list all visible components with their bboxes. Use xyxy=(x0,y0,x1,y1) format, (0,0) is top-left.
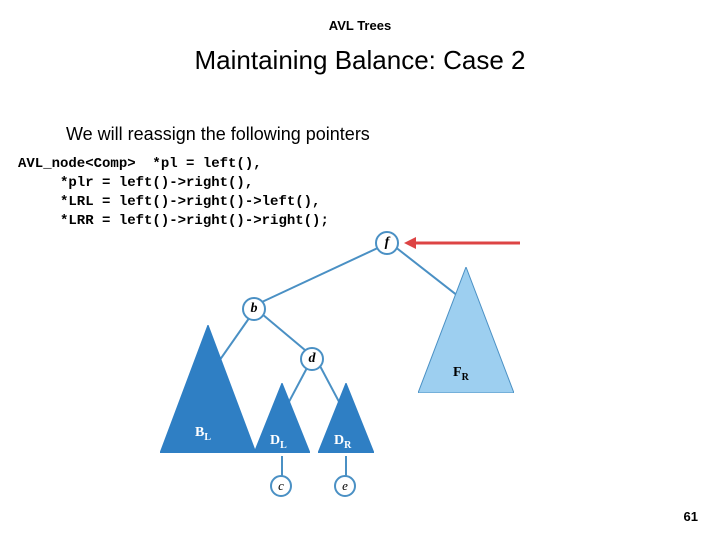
code-line-3: *LRL = left()->right()->left(), xyxy=(18,194,320,210)
subtree-fr-label: FR xyxy=(453,365,469,383)
node-d: d xyxy=(300,347,324,371)
code-block: AVL_node<Comp> *pl = left(), *plr = left… xyxy=(18,155,720,231)
subtree-dr-label: DR xyxy=(334,433,351,451)
intro-text: We will reassign the following pointers xyxy=(66,124,720,145)
node-f-label: f xyxy=(385,235,390,251)
node-c: c xyxy=(270,475,292,497)
node-f: f xyxy=(375,231,399,255)
tree-diagram: f b FR BL d DL DR c e xyxy=(120,225,640,515)
subtree-dl-label: DL xyxy=(270,433,287,451)
subtree-bl-label: BL xyxy=(195,425,211,443)
node-e: e xyxy=(334,475,356,497)
code-line-2: *plr = left()->right(), xyxy=(18,175,253,191)
slide-title: Maintaining Balance: Case 2 xyxy=(0,45,720,76)
node-b: b xyxy=(242,297,266,321)
section-header: AVL Trees xyxy=(0,0,720,33)
node-b-label: b xyxy=(251,301,258,317)
node-e-label: e xyxy=(342,478,348,494)
edge-f-b xyxy=(250,245,382,308)
page-number: 61 xyxy=(684,509,698,524)
code-line-1: AVL_node<Comp> *pl = left(), xyxy=(18,156,262,172)
arrow-to-f xyxy=(402,235,522,255)
node-d-label: d xyxy=(309,351,316,367)
node-c-label: c xyxy=(278,478,284,494)
